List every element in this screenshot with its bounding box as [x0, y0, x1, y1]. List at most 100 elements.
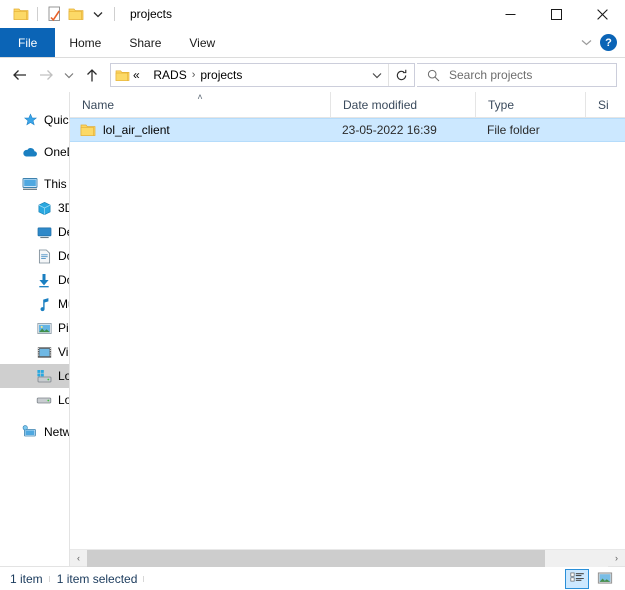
sidebar-item-desktop[interactable]: Desktop	[0, 220, 69, 244]
sidebar-item-onedrive[interactable]: OneDrive	[0, 140, 69, 164]
expand-ribbon-chevron-down-icon[interactable]	[581, 39, 592, 46]
folder-icon	[80, 123, 96, 137]
monitor-icon	[22, 176, 38, 192]
toolbar-separator-2	[114, 7, 115, 21]
sidebar-list: Quick access OneDrive	[0, 92, 69, 444]
sidebar-item-label: Videos	[58, 345, 69, 359]
breadcrumb-item-rads[interactable]: RADS	[153, 68, 186, 82]
sidebar-item-3d-objects[interactable]: 3D Objects	[0, 196, 69, 220]
close-button[interactable]	[579, 0, 625, 28]
sidebar-item-pictures[interactable]: Pictures	[0, 316, 69, 340]
address-dropdown-chevron-down-icon[interactable]	[366, 72, 388, 79]
tab-share[interactable]: Share	[115, 28, 175, 57]
details-view-button[interactable]	[565, 568, 589, 589]
sidebar-item-label: Desktop	[58, 225, 69, 239]
sidebar-item-label: Local Disk (C:)	[58, 369, 69, 383]
folder-icon[interactable]	[10, 3, 32, 25]
file-type-cell: File folder	[487, 123, 540, 137]
file-explorer-window: projects File Home Share View ? « RADS ›…	[0, 0, 625, 590]
sidebar-item-documents[interactable]: Documents	[0, 244, 69, 268]
sidebar-item-local-disk-c[interactable]: Local Disk (C:)	[0, 364, 69, 388]
properties-icon[interactable]	[43, 3, 65, 25]
sidebar-item-quick-access[interactable]: Quick access	[0, 108, 69, 132]
item-count-label: 1 item	[10, 572, 57, 586]
toolbar-separator	[37, 7, 38, 21]
desktop-icon	[36, 224, 52, 240]
new-folder-icon[interactable]	[65, 3, 87, 25]
help-button[interactable]: ?	[600, 34, 617, 51]
forward-button[interactable]	[34, 63, 58, 87]
up-button[interactable]	[80, 63, 104, 87]
address-bar[interactable]: « › RADS › projects	[110, 63, 415, 87]
file-list-pane: ˄ Name Date modified Type Si lol_air_cli…	[70, 92, 625, 567]
sidebar-item-music[interactable]: Music	[0, 292, 69, 316]
picture-icon	[36, 320, 52, 336]
tab-file[interactable]: File	[0, 28, 56, 57]
search-icon	[427, 69, 440, 82]
cube-icon	[36, 200, 52, 216]
sort-ascending-icon: ˄	[197, 92, 203, 102]
sidebar-item-local-disk-d[interactable]: Local Disk (D:)	[0, 388, 69, 412]
search-input[interactable]: Search projects	[417, 63, 617, 87]
file-date-cell: 23-05-2022 16:39	[342, 123, 437, 137]
column-header-label: Date modified	[343, 97, 418, 112]
breadcrumb-item-projects[interactable]: projects	[200, 68, 242, 82]
column-headers: ˄ Name Date modified Type Si	[70, 92, 625, 118]
file-rows: lol_air_client 23-05-2022 16:39 File fol…	[70, 118, 625, 549]
sidebar-item-this-pc[interactable]: This PC	[0, 172, 69, 196]
explorer-body: Quick access OneDrive	[0, 92, 625, 567]
drive-icon	[36, 392, 52, 408]
sidebar-item-network[interactable]: Network	[0, 420, 69, 444]
sidebar-item-label: This PC	[44, 177, 69, 191]
chevron-down-icon[interactable]	[87, 3, 109, 25]
title-bar: projects	[0, 0, 625, 28]
table-row[interactable]: lol_air_client 23-05-2022 16:39 File fol…	[70, 118, 625, 142]
breadcrumb-overflow[interactable]: «	[133, 68, 140, 82]
search-placeholder: Search projects	[449, 68, 533, 82]
sidebar-item-label: 3D Objects	[58, 201, 69, 215]
music-icon	[36, 296, 52, 312]
sidebar-item-label: Downloads	[58, 273, 69, 287]
sidebar-item-label: Quick access	[44, 113, 69, 127]
scrollbar-thumb[interactable]	[87, 549, 546, 567]
back-button[interactable]	[8, 63, 32, 87]
quick-access-toolbar	[0, 3, 120, 25]
sidebar-item-label: Documents	[58, 249, 69, 263]
column-header-size[interactable]: Si	[585, 92, 625, 117]
sidebar-item-downloads[interactable]: Downloads	[0, 268, 69, 292]
star-icon	[22, 112, 38, 128]
address-folder-icon	[111, 69, 133, 82]
file-name-label: lol_air_client	[103, 123, 170, 137]
scrollbar-track[interactable]	[87, 549, 608, 567]
refresh-icon[interactable]	[388, 64, 414, 86]
column-header-label: Type	[488, 97, 515, 112]
large-icons-view-button[interactable]	[593, 569, 617, 589]
download-icon	[36, 272, 52, 288]
ribbon-right-controls: ?	[581, 28, 625, 57]
view-buttons	[565, 568, 625, 589]
sidebar-item-label: Network	[44, 425, 69, 439]
scroll-right-icon[interactable]: ›	[608, 550, 625, 567]
tab-view[interactable]: View	[175, 28, 229, 57]
tab-home[interactable]: Home	[55, 28, 115, 57]
column-header-label: Name	[82, 97, 115, 112]
column-header-date-modified[interactable]: Date modified	[330, 92, 475, 117]
network-icon	[22, 424, 38, 440]
ribbon-tabs: File Home Share View ?	[0, 28, 625, 58]
sidebar-item-label: OneDrive	[44, 145, 69, 159]
maximize-button[interactable]	[533, 0, 579, 28]
navigation-pane: Quick access OneDrive	[0, 92, 70, 566]
column-header-name[interactable]: ˄ Name	[70, 92, 330, 117]
navigation-bar: « › RADS › projects	[0, 58, 625, 92]
column-header-type[interactable]: Type	[475, 92, 585, 117]
window-title: projects	[130, 7, 173, 21]
horizontal-scrollbar[interactable]: ‹ ›	[70, 549, 625, 567]
sidebar-item-videos[interactable]: Videos	[0, 340, 69, 364]
breadcrumb: « › RADS › projects	[133, 68, 366, 82]
cloud-icon	[22, 144, 38, 160]
minimize-button[interactable]	[487, 0, 533, 28]
document-icon	[36, 248, 52, 264]
breadcrumb-separator-1[interactable]: ›	[189, 69, 199, 81]
scroll-left-icon[interactable]: ‹	[70, 550, 87, 567]
recent-locations-chevron-down-icon[interactable]	[60, 63, 78, 87]
